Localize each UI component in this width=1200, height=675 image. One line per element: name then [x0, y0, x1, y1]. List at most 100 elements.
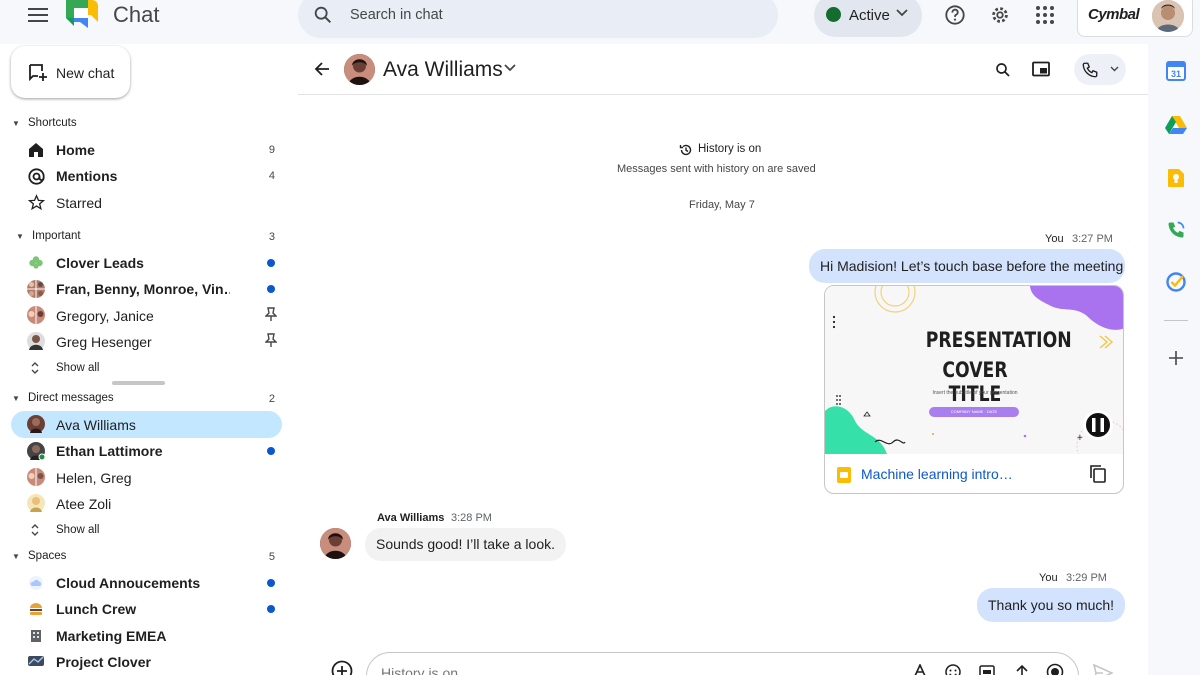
important-count: 3: [268, 231, 275, 243]
caret-down-icon[interactable]: ▼: [12, 552, 20, 561]
voice-icon[interactable]: [1166, 220, 1186, 240]
svg-text:+: +: [1077, 433, 1083, 444]
section-shortcuts[interactable]: Shortcuts: [28, 117, 77, 129]
sidebar-item-helen-greg[interactable]: Helen, Greg: [56, 470, 131, 486]
message-sender: You: [1045, 233, 1064, 245]
unread-dot: [267, 447, 275, 455]
message-input[interactable]: [366, 652, 1079, 675]
calendar-icon[interactable]: 31: [1166, 61, 1186, 81]
section-spaces[interactable]: Spaces: [28, 550, 66, 562]
sidebar-item-marketing-emea[interactable]: Marketing EMEA: [56, 628, 166, 644]
sender-avatar[interactable]: [320, 528, 351, 559]
apps-grid-icon[interactable]: [1036, 6, 1054, 24]
gif-icon[interactable]: [979, 664, 995, 675]
keep-icon[interactable]: [1167, 168, 1185, 188]
message-time: 3:28 PM: [451, 512, 492, 524]
caret-down-icon[interactable]: ▼: [12, 119, 20, 128]
help-icon[interactable]: [944, 4, 966, 26]
contact-avatar: [27, 332, 45, 350]
sidebar-item-lunch-crew[interactable]: Lunch Crew: [56, 601, 136, 617]
clover-space-icon: [27, 254, 45, 272]
sidebar-scrollbar[interactable]: [112, 381, 165, 385]
date-divider: Friday, May 7: [689, 199, 755, 211]
contact-avatar: [27, 494, 45, 512]
drive-icon[interactable]: [1165, 115, 1187, 135]
emoji-icon[interactable]: [945, 664, 961, 675]
caret-down-icon[interactable]: ▼: [12, 394, 20, 403]
search-input[interactable]: Search in chat: [350, 7, 443, 23]
section-direct-messages[interactable]: Direct messages: [28, 392, 114, 404]
unread-dot: [267, 285, 275, 293]
sidebar-item-mentions[interactable]: Mentions: [56, 168, 117, 184]
chevron-down-icon[interactable]: [504, 64, 516, 72]
attachment-filename[interactable]: Machine learning intro…: [861, 466, 1013, 482]
search-icon[interactable]: [312, 4, 334, 26]
sidebar-item-ava-williams[interactable]: Ava Williams: [56, 417, 136, 433]
tasks-icon[interactable]: [1166, 272, 1186, 292]
slide-thumbnail[interactable]: + PRESENTATION COVER TITLE Insert the su…: [825, 286, 1123, 454]
message-time: 3:29 PM: [1066, 572, 1107, 584]
group-avatar: [27, 280, 45, 298]
cloud-space-icon: [27, 574, 45, 592]
add-attachment-icon[interactable]: [331, 660, 353, 675]
sidebar-item-group-chat[interactable]: Fran, Benny, Monroe, Vin…: [56, 281, 230, 297]
message-bubble[interactable]: Hi Madision! Let’s touch base before the…: [809, 249, 1125, 283]
preview-play-button[interactable]: [1083, 410, 1113, 440]
chevron-down-icon[interactable]: [1110, 66, 1119, 72]
status-label: Active: [849, 7, 890, 24]
show-all-important[interactable]: Show all: [56, 362, 99, 374]
svg-text:31: 31: [1171, 69, 1181, 79]
conversation-avatar[interactable]: [344, 54, 375, 85]
message-input-placeholder[interactable]: History is on: [381, 665, 458, 675]
sidebar-item-atee-zoli[interactable]: Atee Zoli: [56, 496, 111, 512]
upload-icon[interactable]: [1015, 664, 1029, 675]
copy-icon[interactable]: [1089, 464, 1107, 484]
status-dot-icon: [826, 7, 841, 22]
sidebar-item-ethan-lattimore[interactable]: Ethan Lattimore: [56, 443, 163, 459]
history-subtext: Messages sent with history on are saved: [617, 163, 816, 175]
sidebar-item-home[interactable]: Home: [56, 142, 95, 158]
burger-space-icon: [27, 600, 45, 618]
slides-file-icon: [837, 467, 851, 483]
mentions-count: 4: [268, 170, 275, 182]
open-in-window-icon[interactable]: [1032, 61, 1050, 77]
home-icon: [27, 141, 45, 159]
expand-icon: [30, 523, 40, 537]
user-avatar[interactable]: [1152, 0, 1184, 32]
expand-icon: [30, 361, 40, 375]
sidebar-item-greg-hesenger[interactable]: Greg Hesenger: [56, 334, 152, 350]
phone-icon: [1081, 61, 1099, 79]
group-avatar: [27, 468, 45, 486]
gear-icon[interactable]: [989, 4, 1011, 26]
sidebar-item-clover-leads[interactable]: Clover Leads: [56, 255, 144, 271]
unread-dot: [267, 259, 275, 267]
send-icon[interactable]: [1093, 664, 1113, 675]
search-conversation-icon[interactable]: [994, 61, 1012, 79]
slide-pill: COMPANY NAME · DATE: [929, 407, 1019, 417]
back-arrow-icon[interactable]: [314, 61, 330, 77]
brand-logo: Cymbal: [1088, 6, 1140, 23]
new-chat-label: New chat: [56, 65, 115, 81]
slide-title-line1: PRESENTATION: [925, 328, 1072, 352]
sidebar-item-gregory-janice[interactable]: Gregory, Janice: [56, 308, 154, 324]
pause-icon: [1092, 418, 1104, 432]
section-important[interactable]: Important: [32, 230, 81, 242]
rail-divider: [1164, 320, 1188, 321]
caret-down-icon[interactable]: ▼: [16, 232, 24, 241]
dm-count: 2: [268, 393, 275, 405]
pin-icon: [265, 333, 277, 347]
show-all-dms[interactable]: Show all: [56, 524, 99, 536]
sidebar-item-project-clover[interactable]: Project Clover: [56, 654, 151, 670]
record-video-icon[interactable]: [1046, 663, 1064, 675]
format-text-icon[interactable]: [913, 664, 927, 675]
main-menu-button[interactable]: [22, 3, 54, 27]
hamburger-icon: [28, 8, 48, 22]
add-app-icon[interactable]: [1168, 350, 1184, 366]
attachment-card[interactable]: + PRESENTATION COVER TITLE Insert the su…: [824, 285, 1124, 494]
group-avatar: [27, 306, 45, 324]
sidebar-item-cloud-annoucements[interactable]: Cloud Annoucements: [56, 575, 200, 591]
message-bubble[interactable]: Sounds good! I’ll take a look.: [365, 528, 567, 561]
conversation-title[interactable]: Ava Williams: [383, 58, 503, 82]
sidebar-item-starred[interactable]: Starred: [56, 195, 102, 211]
message-bubble[interactable]: Thank you so much!: [977, 588, 1126, 622]
